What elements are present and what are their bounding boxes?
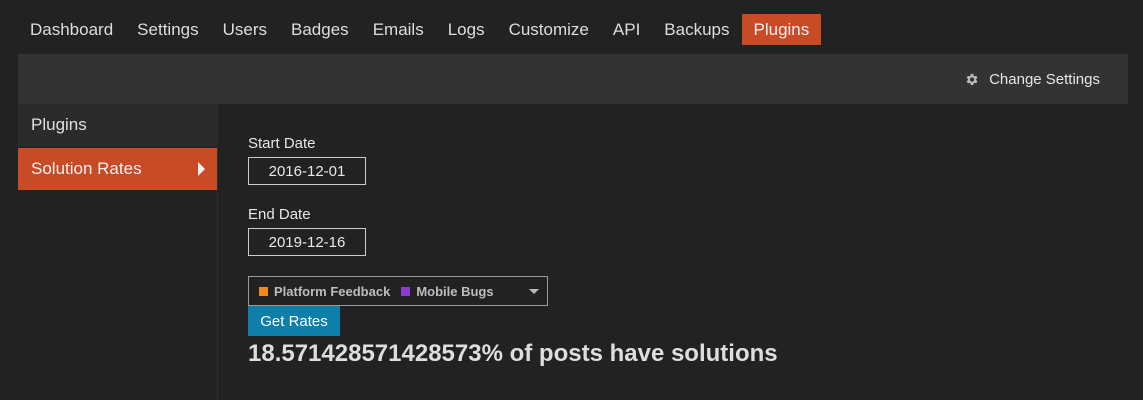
category-chip[interactable]: Platform Feedback	[259, 284, 390, 299]
end-date-label: End Date	[248, 206, 311, 223]
gear-icon	[966, 73, 978, 85]
plugins-sidebar: Plugins Solution Rates	[18, 104, 217, 400]
solution-rate-result: 18.571428571428573% of posts have soluti…	[248, 340, 778, 367]
category-color-swatch	[259, 286, 268, 296]
sidebar-item-plugins[interactable]: Plugins	[18, 104, 217, 146]
change-settings-button[interactable]: Change Settings	[964, 54, 1100, 104]
admin-nav: Dashboard Settings Users Badges Emails L…	[18, 14, 822, 46]
get-rates-button[interactable]: Get Rates	[248, 306, 340, 336]
tab-users[interactable]: Users	[211, 14, 279, 45]
tab-plugins[interactable]: Plugins	[741, 14, 822, 45]
start-date-input[interactable]	[248, 157, 366, 185]
category-selector[interactable]: Platform Feedback Mobile Bugs	[248, 276, 548, 306]
sidebar-item-solution-rates[interactable]: Solution Rates	[18, 148, 217, 190]
tab-settings[interactable]: Settings	[125, 14, 210, 45]
category-chip-label: Mobile Bugs	[416, 283, 494, 299]
sidebar-item-label: Solution Rates	[31, 159, 142, 178]
tab-customize[interactable]: Customize	[497, 14, 601, 45]
tab-logs[interactable]: Logs	[436, 14, 497, 45]
category-chip-label: Platform Feedback	[274, 283, 391, 299]
start-date-label: Start Date	[248, 135, 316, 152]
tab-dashboard[interactable]: Dashboard	[18, 14, 125, 45]
change-settings-label: Change Settings	[989, 70, 1100, 88]
sub-header-bar: Change Settings	[18, 54, 1128, 104]
category-chip[interactable]: Mobile Bugs	[401, 283, 494, 299]
solution-rates-panel: Start Date End Date Platform Feedback Mo…	[217, 104, 1143, 400]
end-date-input[interactable]	[248, 228, 366, 256]
caret-right-icon	[198, 162, 205, 176]
tab-emails[interactable]: Emails	[361, 14, 436, 45]
tab-backups[interactable]: Backups	[652, 14, 741, 45]
caret-down-icon[interactable]	[529, 289, 539, 294]
category-color-swatch	[401, 286, 411, 296]
tab-badges[interactable]: Badges	[279, 14, 361, 45]
tab-api[interactable]: API	[601, 14, 652, 45]
